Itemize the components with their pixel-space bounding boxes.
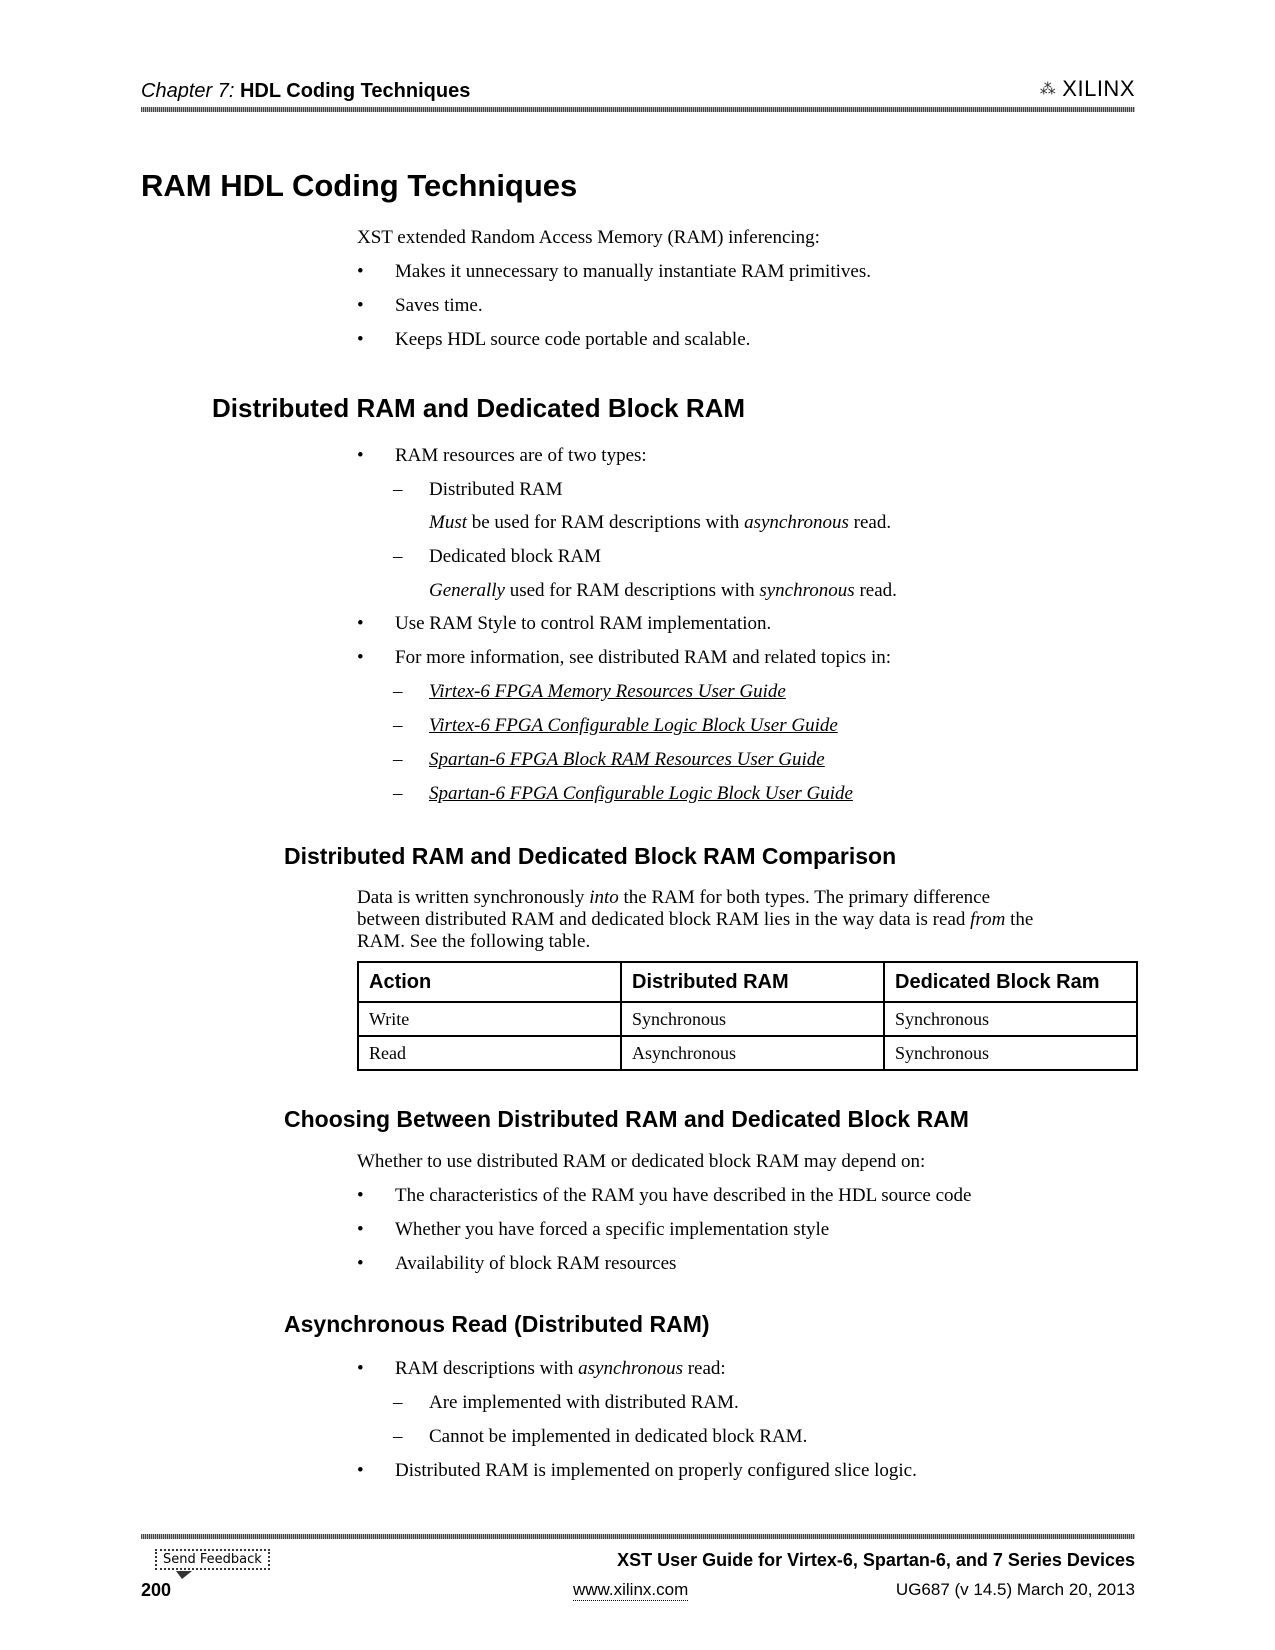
table-header: Dedicated Block Ram	[883, 961, 1138, 1003]
header-rule	[141, 107, 1135, 112]
bullet-icon: •	[357, 261, 364, 282]
dash-icon: –	[393, 783, 403, 804]
paragraph-line: Data is written synchronously into the R…	[357, 887, 991, 908]
section-lead: Whether to use distributed RAM or dedica…	[357, 1151, 926, 1172]
document-id: UG687 (v 14.5) March 20, 2013	[895, 1580, 1135, 1599]
section-heading: Distributed RAM and Dedicated Block RAM	[212, 393, 746, 423]
paragraph-line: RAM. See the following table.	[357, 931, 591, 952]
table-header: Action	[357, 961, 622, 1003]
dash-icon: –	[393, 681, 403, 702]
link-virtex6-memory[interactable]: Virtex-6 FPGA Memory Resources User Guid…	[429, 681, 786, 703]
subsection-heading: Asynchronous Read (Distributed RAM)	[284, 1311, 710, 1337]
speech-bubble-tail-icon	[176, 1571, 192, 1579]
bullet-icon: •	[357, 1219, 364, 1240]
dash-icon: –	[393, 1392, 403, 1413]
bullet-icon: •	[357, 647, 364, 668]
link-spartan6-clb[interactable]: Spartan-6 FPGA Configurable Logic Block …	[429, 783, 853, 805]
link-virtex6-clb[interactable]: Virtex-6 FPGA Configurable Logic Block U…	[429, 715, 838, 737]
comparison-table: Action Distributed RAM Dedicated Block R…	[357, 961, 1138, 1071]
dash-icon: –	[393, 749, 403, 770]
table-row: Read Asynchronous Synchronous	[357, 1035, 1138, 1071]
table-cell: Synchronous	[883, 1035, 1138, 1071]
bullet-icon: •	[357, 329, 364, 350]
dash-icon: –	[393, 715, 403, 736]
document-title: XST User Guide for Virtex-6, Spartan-6, …	[617, 1550, 1135, 1570]
dash-icon: –	[393, 479, 403, 500]
intro-lead: XST extended Random Access Memory (RAM) …	[357, 227, 820, 248]
logo-text: XILINX	[1062, 76, 1135, 101]
page-title: RAM HDL Coding Techniques	[141, 168, 578, 203]
link-spartan6-bram[interactable]: Spartan-6 FPGA Block RAM Resources User …	[429, 749, 825, 771]
table-row: Write Synchronous Synchronous	[357, 1001, 1138, 1037]
send-feedback-button[interactable]: Send Feedback	[155, 1549, 270, 1570]
bullet-icon: •	[357, 1358, 364, 1379]
dash-icon: –	[393, 546, 403, 567]
xilinx-website-link[interactable]: www.xilinx.com	[573, 1580, 689, 1601]
table-cell: Read	[357, 1035, 622, 1071]
table-cell: Synchronous	[620, 1001, 885, 1037]
xilinx-logo: ⁂ XILINX	[1040, 76, 1135, 102]
bullet-icon: •	[357, 1253, 364, 1274]
bullet-icon: •	[357, 613, 364, 634]
bullet-icon: •	[357, 445, 364, 466]
chapter-title: HDL Coding Techniques	[239, 80, 471, 102]
table-cell: Synchronous	[883, 1001, 1138, 1037]
note-text: Generally used for RAM descriptions with…	[429, 580, 897, 601]
xilinx-logo-icon: ⁂	[1039, 81, 1057, 98]
table-cell: Write	[357, 1001, 622, 1037]
page-number: 200	[141, 1580, 172, 1600]
bullet-icon: •	[357, 295, 364, 316]
subsection-heading: Choosing Between Distributed RAM and Ded…	[284, 1106, 969, 1132]
table-cell: Asynchronous	[620, 1035, 885, 1071]
footer-rule	[141, 1534, 1135, 1539]
table-header: Distributed RAM	[620, 961, 885, 1003]
table-header-row: Action Distributed RAM Dedicated Block R…	[357, 961, 1138, 1003]
chapter-header: Chapter 7: HDL Coding Techniques	[141, 80, 470, 103]
subsection-heading: Distributed RAM and Dedicated Block RAM …	[284, 843, 897, 869]
chapter-label: Chapter 7:	[141, 80, 235, 102]
bullet-icon: •	[357, 1460, 364, 1481]
paragraph-line: between distributed RAM and dedicated bl…	[357, 909, 1034, 930]
bullet-icon: •	[357, 1185, 364, 1206]
note-text: Must be used for RAM descriptions with a…	[429, 512, 892, 533]
dash-icon: –	[393, 1426, 403, 1447]
